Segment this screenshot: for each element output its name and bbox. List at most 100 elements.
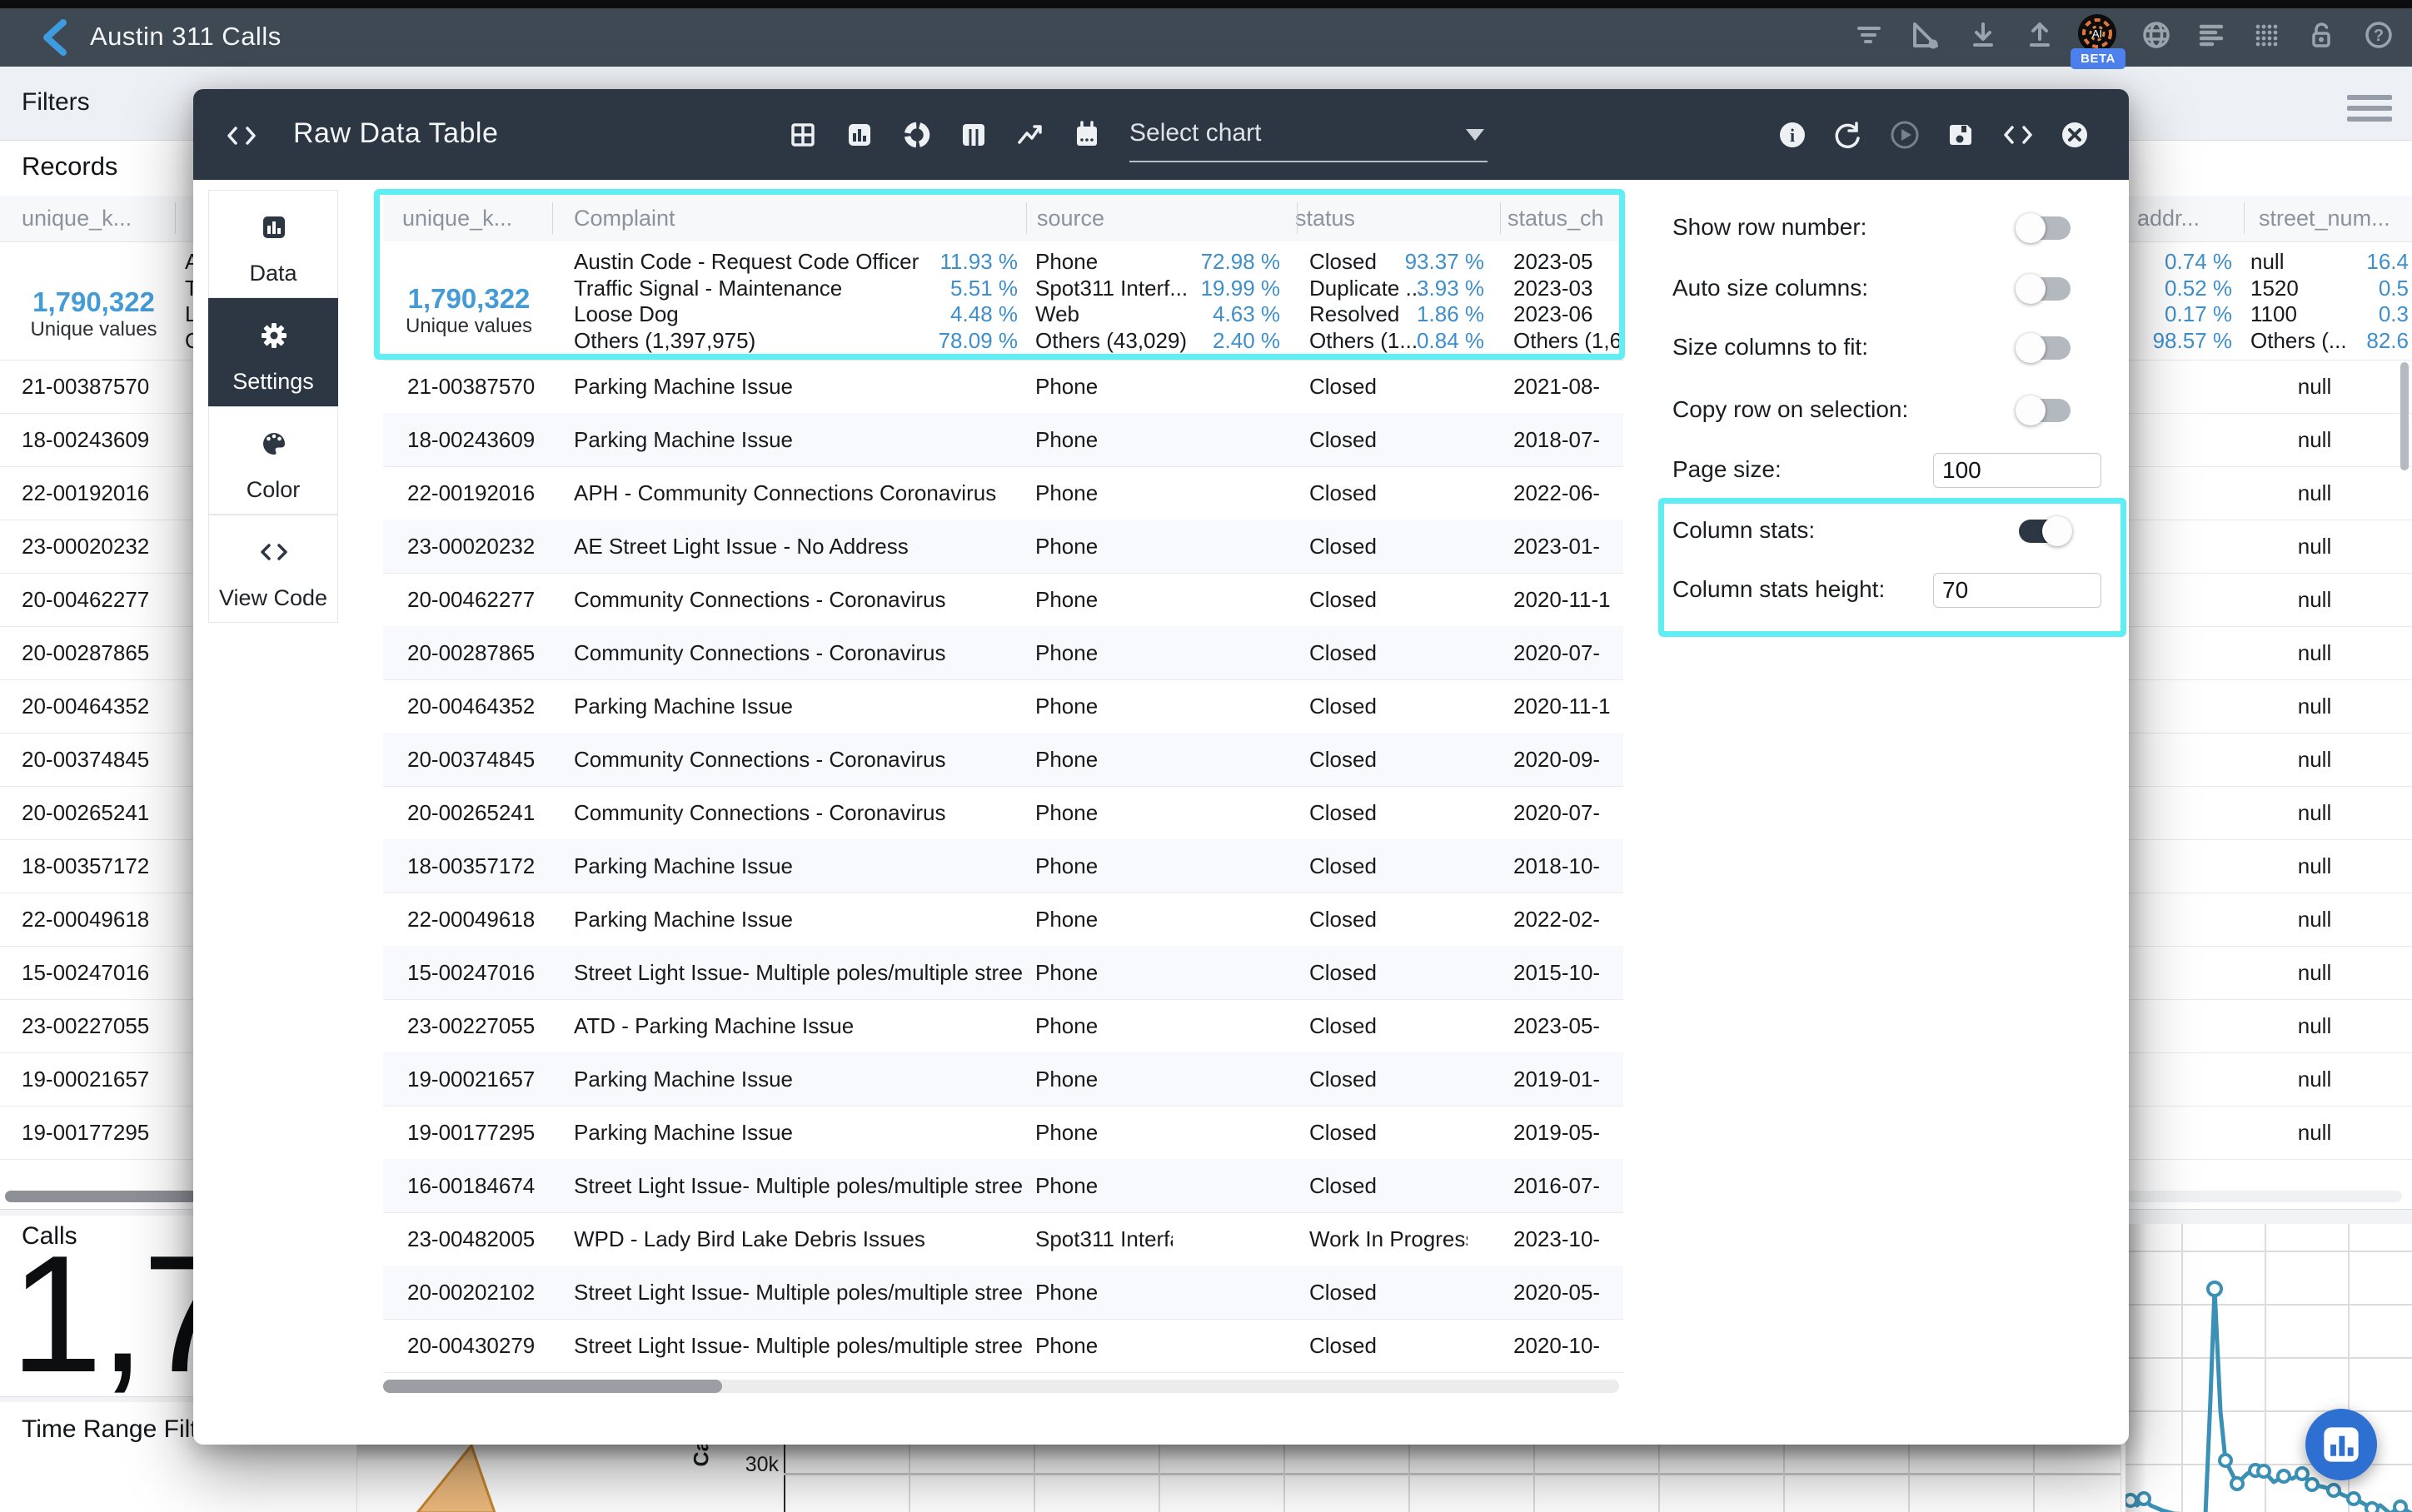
- select-chart-dropdown[interactable]: Select chart: [1129, 119, 1261, 147]
- table-row[interactable]: 23-00482005WPD - Lady Bird Lake Debris I…: [383, 1212, 1623, 1266]
- column-header[interactable]: status_ch: [1508, 206, 1604, 231]
- table-row[interactable]: 23-00020232: [22, 520, 149, 573]
- table-row[interactable]: 19-00021657: [22, 1052, 149, 1106]
- table-row[interactable]: 21-00387570: [22, 360, 149, 413]
- sidebar-tab-data[interactable]: Data: [208, 190, 338, 298]
- table-row[interactable]: 19-00021657Parking Machine IssuePhoneClo…: [383, 1052, 1623, 1107]
- table-row[interactable]: null: [2244, 413, 2385, 466]
- table-row[interactable]: null: [2244, 520, 2385, 573]
- column-header[interactable]: status: [1295, 206, 1355, 231]
- table-row[interactable]: 20-00374845Community Connections - Coron…: [383, 733, 1623, 787]
- toggle-off[interactable]: [2016, 395, 2074, 426]
- download-icon[interactable]: [1966, 18, 2000, 52]
- table-row[interactable]: null: [2244, 1052, 2385, 1106]
- chart-fab-button[interactable]: [2305, 1409, 2377, 1480]
- table-row[interactable]: 22-00049618Parking Machine IssuePhoneClo…: [383, 893, 1623, 947]
- column-header[interactable]: unique_k...: [402, 206, 512, 231]
- table-row[interactable]: null: [2244, 999, 2385, 1052]
- table-grid-icon[interactable]: [786, 118, 820, 152]
- sidebar-tab-settings[interactable]: Settings: [208, 298, 338, 406]
- filter-icon[interactable]: [1852, 18, 1886, 52]
- table-row[interactable]: 23-00020232AE Street Light Issue - No Ad…: [383, 520, 1623, 574]
- table-row[interactable]: null: [2244, 733, 2385, 786]
- table-row[interactable]: null: [2244, 573, 2385, 626]
- grid-dots-icon[interactable]: [2250, 18, 2283, 52]
- table-row[interactable]: null: [2244, 466, 2385, 520]
- table-row[interactable]: 18-00357172: [22, 839, 149, 893]
- table-row[interactable]: 19-00177295: [22, 1106, 149, 1159]
- bar-chart-icon[interactable]: [843, 118, 876, 152]
- toggle-on[interactable]: [2016, 515, 2074, 547]
- setting-input[interactable]: [1933, 573, 2101, 608]
- sidebar-tab-color[interactable]: Color: [208, 406, 338, 515]
- play-icon[interactable]: [1888, 118, 1921, 152]
- upload-icon[interactable]: [2023, 18, 2056, 52]
- close-icon[interactable]: [2058, 118, 2091, 152]
- table-row[interactable]: 15-00247016Street Light Issue- Multiple …: [383, 946, 1623, 1000]
- help-icon[interactable]: ?: [2362, 18, 2395, 52]
- donut-chart-icon[interactable]: [900, 118, 934, 152]
- view-code-icon[interactable]: [2001, 118, 2035, 152]
- table-row[interactable]: null: [2244, 679, 2385, 733]
- refresh-icon[interactable]: [1831, 118, 1864, 152]
- table-row[interactable]: null: [2244, 1106, 2385, 1159]
- table-row[interactable]: 22-00192016APH - Community Connections C…: [383, 466, 1623, 520]
- table-row[interactable]: 20-00265241Community Connections - Coron…: [383, 786, 1623, 840]
- table-row[interactable]: 20-00430279Street Light Issue- Multiple …: [383, 1319, 1623, 1373]
- table-row[interactable]: null: [2244, 839, 2385, 893]
- lock-icon[interactable]: [2305, 18, 2338, 52]
- table-row[interactable]: 20-00462277Community Connections - Coron…: [383, 573, 1623, 627]
- select-chart-underline: [1129, 161, 1488, 162]
- setting-input[interactable]: [1933, 453, 2101, 488]
- table-row[interactable]: 20-00287865Community Connections - Coron…: [383, 626, 1623, 680]
- calendar-icon[interactable]: [1070, 118, 1104, 152]
- table-row[interactable]: 23-00227055ATD - Parking Machine IssuePh…: [383, 999, 1623, 1053]
- stat-percent: 1.86 %: [1383, 301, 1484, 326]
- table-row[interactable]: 18-00243609: [22, 413, 149, 466]
- table-row[interactable]: 20-00265241: [22, 786, 149, 839]
- column-header-unique-key[interactable]: unique_k...: [22, 206, 132, 231]
- column-header-addr[interactable]: addr...: [2137, 206, 2200, 231]
- sidebar-tab-view-code[interactable]: View Code: [208, 515, 338, 623]
- chevron-down-icon[interactable]: [1466, 129, 1484, 141]
- table-row[interactable]: 20-00462277: [22, 573, 149, 626]
- table-row[interactable]: null: [2244, 360, 2385, 413]
- table-row[interactable]: null: [2244, 626, 2385, 679]
- table-row[interactable]: 18-00243609Parking Machine IssuePhoneClo…: [383, 413, 1623, 467]
- table-row[interactable]: 20-00202102Street Light Issue- Multiple …: [383, 1266, 1623, 1320]
- table-row[interactable]: 18-00357172Parking Machine IssuePhoneClo…: [383, 839, 1623, 893]
- toggle-off[interactable]: [2016, 212, 2074, 244]
- toggle-off[interactable]: [2016, 273, 2074, 305]
- column-header[interactable]: Complaint: [574, 206, 675, 231]
- table-hscrollbar-thumb[interactable]: [383, 1380, 722, 1393]
- toggle-off[interactable]: [2016, 332, 2074, 364]
- code-icon[interactable]: [223, 119, 260, 152]
- table-row[interactable]: 19-00177295Parking Machine IssuePhoneClo…: [383, 1106, 1623, 1160]
- table-row[interactable]: 15-00247016: [22, 946, 149, 999]
- table-row[interactable]: null: [2244, 893, 2385, 946]
- ai-assistant-icon[interactable]: AI: [2077, 13, 2117, 53]
- table-row[interactable]: 16-00184674Street Light Issue- Multiple …: [383, 1159, 1623, 1213]
- align-left-icon[interactable]: [2195, 18, 2228, 52]
- records-vscrollbar-thumb[interactable]: [2400, 362, 2409, 470]
- save-icon[interactable]: [1943, 118, 1976, 152]
- table-row[interactable]: 23-00227055: [22, 999, 149, 1052]
- column-header-street-num[interactable]: street_num...: [2259, 206, 2390, 231]
- table-row[interactable]: null: [2244, 946, 2385, 999]
- table-row[interactable]: 22-00192016: [22, 466, 149, 520]
- table-row[interactable]: 20-00464352Parking Machine IssuePhoneClo…: [383, 679, 1623, 734]
- chart-tools-icon[interactable]: [1909, 18, 1942, 52]
- info-icon[interactable]: i: [1776, 118, 1809, 152]
- table-row[interactable]: 20-00464352: [22, 679, 149, 733]
- back-chevron-icon[interactable]: [40, 18, 70, 57]
- menu-icon[interactable]: [2347, 95, 2392, 123]
- column-header[interactable]: source: [1037, 206, 1104, 231]
- table-row[interactable]: 22-00049618: [22, 893, 149, 946]
- line-chart-icon[interactable]: [1014, 118, 1047, 152]
- column-table-icon[interactable]: [957, 118, 990, 152]
- globe-icon[interactable]: [2140, 18, 2173, 52]
- table-row[interactable]: null: [2244, 786, 2385, 839]
- table-row[interactable]: 20-00287865: [22, 626, 149, 679]
- table-row[interactable]: 20-00374845: [22, 733, 149, 786]
- table-row[interactable]: 21-00387570Parking Machine IssuePhoneClo…: [383, 360, 1623, 414]
